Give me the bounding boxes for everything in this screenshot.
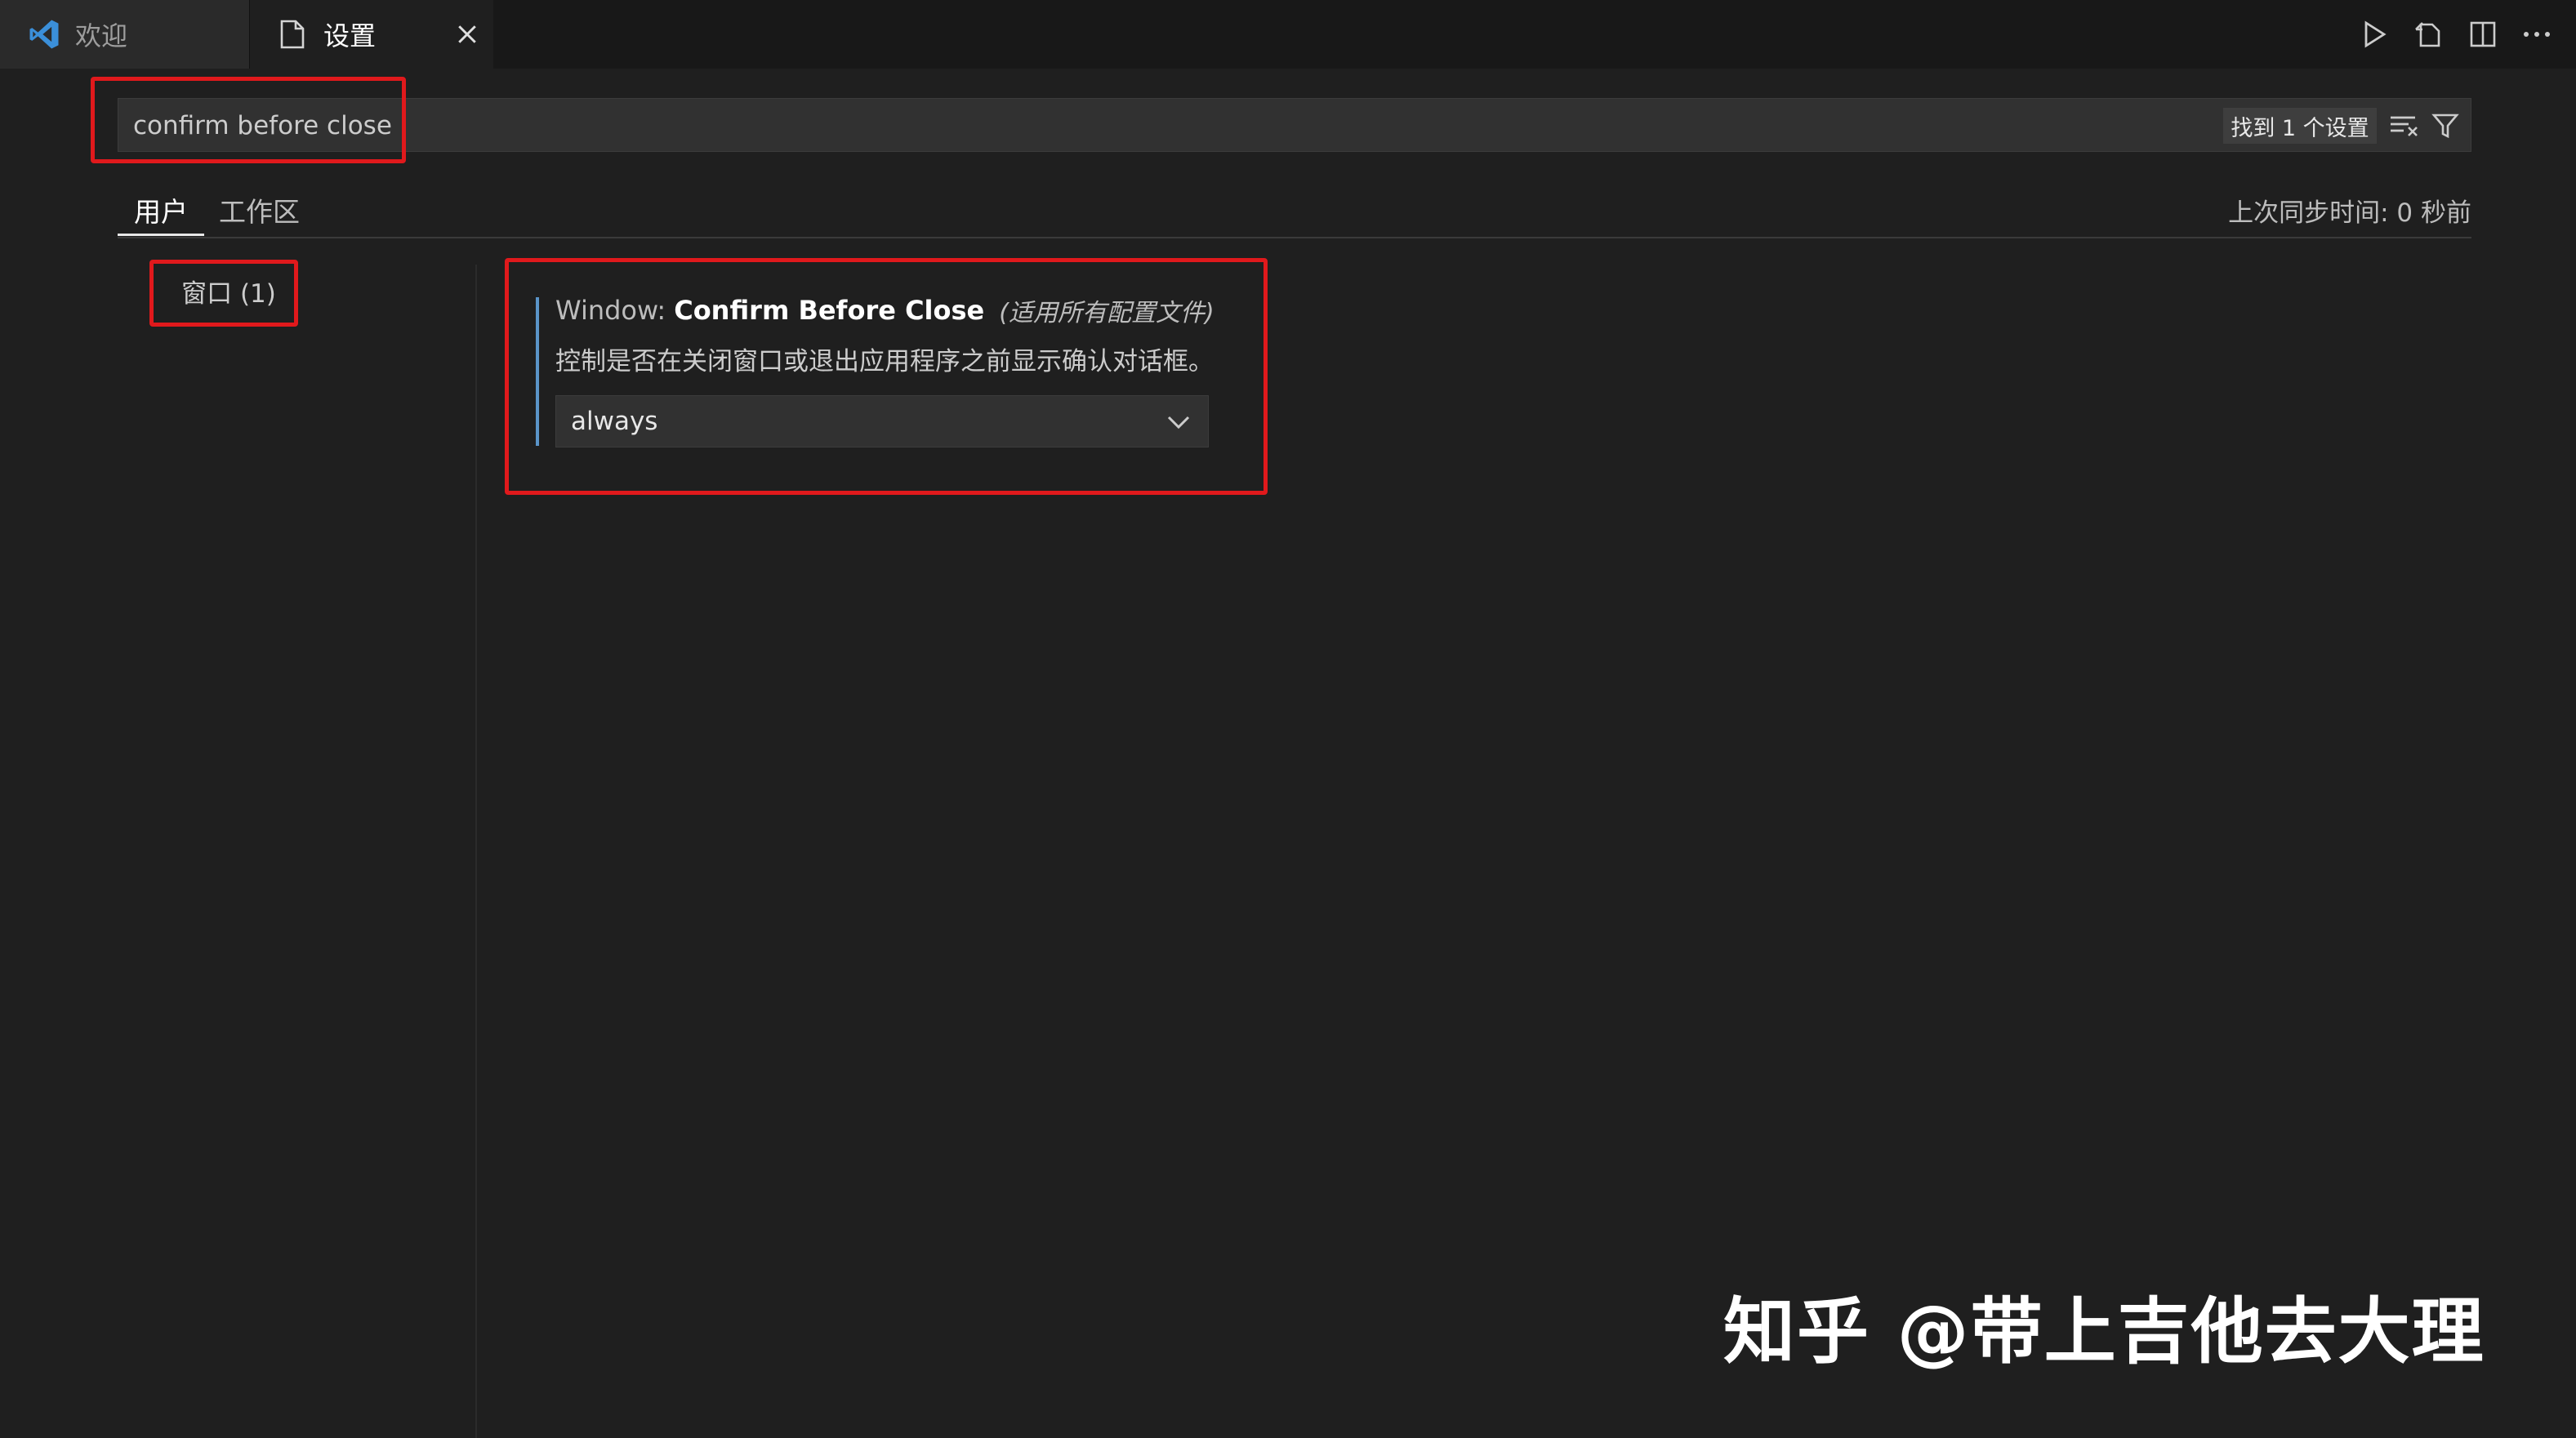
tab-welcome-label: 欢迎 [75, 20, 128, 51]
tab-user[interactable]: 用户 [118, 186, 204, 234]
tab-settings-label: 设置 [323, 20, 377, 51]
settings-search-box [118, 98, 2471, 153]
file-icon [274, 16, 310, 52]
active-tab-indicator [118, 234, 204, 236]
settings-search-input[interactable] [131, 99, 2013, 153]
filter-icon[interactable] [2424, 105, 2467, 147]
clear-filter-icon[interactable] [2383, 105, 2426, 147]
toc-divider [475, 265, 477, 1438]
scope-divider [118, 237, 2471, 238]
search-result-count: 找到 1 个设置 [2223, 108, 2377, 144]
close-icon[interactable] [448, 15, 487, 54]
watermark: 知乎 @带上吉他去大理 [1723, 1289, 2485, 1373]
split-editor-icon[interactable] [2460, 11, 2506, 57]
vscode-logo-icon [26, 16, 62, 52]
open-settings-json-icon[interactable] [2406, 11, 2452, 57]
run-icon[interactable] [2352, 11, 2398, 57]
more-actions-icon[interactable] [2514, 11, 2560, 57]
tab-workspace[interactable]: 工作区 [219, 186, 317, 234]
highlight-search [91, 77, 406, 163]
highlight-setting [505, 258, 1268, 495]
highlight-toc [149, 260, 298, 327]
tab-welcome[interactable]: 欢迎 [0, 0, 250, 69]
sync-status: 上次同步时间: 0 秒前 [2228, 198, 2471, 228]
